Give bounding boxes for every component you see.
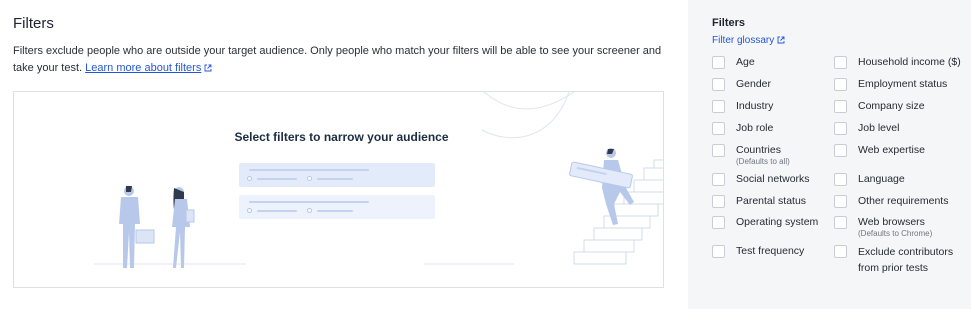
illustration-art	[94, 92, 663, 268]
filter-option-test-frequency[interactable]: Test frequency	[712, 244, 804, 258]
page-title: Filters	[13, 15, 54, 32]
filter-glossary-label: Filter glossary	[712, 35, 775, 46]
checkbox[interactable]	[834, 245, 847, 258]
filter-option-language[interactable]: Language	[834, 172, 905, 186]
filter-glossary-link[interactable]: Filter glossary	[712, 35, 785, 46]
filter-option-household-income[interactable]: Household income ($)	[834, 55, 961, 69]
checkbox[interactable]	[834, 195, 847, 208]
option-label: Parental status	[736, 195, 807, 207]
option-label: Job role	[736, 122, 774, 134]
checkbox[interactable]	[712, 56, 725, 69]
option-label: Test frequency	[736, 245, 805, 257]
filter-option-countries[interactable]: Countries (Defaults to all)	[712, 143, 790, 167]
checkbox[interactable]	[712, 100, 725, 113]
filter-option-age[interactable]: Age	[712, 55, 755, 69]
option-label-text: Countries	[736, 144, 781, 156]
climbing-person-figure	[569, 148, 634, 225]
external-link-icon	[777, 36, 785, 43]
option-label: Other requirements	[858, 195, 949, 207]
option-label: Employment status	[858, 78, 948, 90]
learn-more-link[interactable]: Learn more about filters	[85, 62, 201, 74]
filters-main: Filters Filters exclude people who are o…	[0, 0, 688, 309]
filters-description: Filters exclude people who are outside y…	[13, 43, 673, 77]
option-note: (Defaults to Chrome)	[858, 229, 933, 238]
filters-sidebar: Filters Filter glossary Age Household in…	[688, 0, 971, 309]
checkbox[interactable]	[712, 122, 725, 135]
checkbox[interactable]	[712, 195, 725, 208]
checkbox[interactable]	[834, 56, 847, 69]
option-label: Age	[736, 56, 755, 68]
learn-more-label: Learn more about filters	[85, 62, 202, 74]
option-label: Company size	[858, 100, 925, 112]
checkbox[interactable]	[712, 173, 725, 186]
filter-option-web-expertise[interactable]: Web expertise	[834, 143, 925, 157]
option-label: Operating system	[736, 216, 819, 228]
checkbox[interactable]	[712, 78, 725, 91]
checkbox[interactable]	[712, 245, 725, 258]
empty-state-illustration: Select filters to narrow your audience	[13, 91, 664, 288]
filter-option-web-browsers[interactable]: Web browsers (Defaults to Chrome)	[834, 215, 932, 239]
checkbox[interactable]	[834, 100, 847, 113]
filter-option-operating-system[interactable]: Operating system	[712, 215, 818, 229]
external-link-icon	[204, 64, 212, 71]
filter-option-company-size[interactable]: Company size	[834, 99, 925, 113]
option-label: Gender	[736, 78, 772, 90]
option-label: Language	[858, 173, 905, 185]
option-note: (Defaults to all)	[736, 157, 790, 166]
filter-option-parental-status[interactable]: Parental status	[712, 194, 806, 208]
option-label: Industry	[736, 100, 774, 112]
filter-option-industry[interactable]: Industry	[712, 99, 773, 113]
person-with-box-figure	[119, 186, 155, 268]
checkbox[interactable]	[712, 144, 725, 157]
option-label: Countries (Defaults to all)	[736, 143, 790, 167]
option-label: Household income ($)	[858, 56, 961, 68]
sidebar-title: Filters	[712, 17, 746, 29]
filter-option-exclude-contributors[interactable]: Exclude contributors from prior tests	[834, 244, 964, 276]
filter-option-job-level[interactable]: Job level	[834, 121, 899, 135]
filter-option-job-role[interactable]: Job role	[712, 121, 773, 135]
option-label: Web expertise	[858, 144, 925, 156]
checkbox[interactable]	[834, 122, 847, 135]
filter-option-employment-status[interactable]: Employment status	[834, 77, 947, 91]
checkbox[interactable]	[834, 216, 847, 229]
option-label-text: Web browsers	[858, 216, 925, 228]
checkbox[interactable]	[712, 216, 725, 229]
filter-option-gender[interactable]: Gender	[712, 77, 771, 91]
filter-option-other-requirements[interactable]: Other requirements	[834, 194, 948, 208]
option-label: Exclude contributors from prior tests	[858, 246, 954, 274]
illustration-title: Select filters to narrow your audience	[234, 130, 449, 144]
filter-option-social-networks[interactable]: Social networks	[712, 172, 810, 186]
checkbox[interactable]	[834, 144, 847, 157]
option-label: Web browsers (Defaults to Chrome)	[858, 215, 932, 239]
option-label: Social networks	[736, 173, 810, 185]
person-with-bag-figure	[172, 187, 195, 268]
option-label: Job level	[858, 122, 900, 134]
placeholder-card	[239, 195, 435, 219]
checkbox[interactable]	[834, 173, 847, 186]
checkbox[interactable]	[834, 78, 847, 91]
placeholder-card	[239, 163, 435, 187]
